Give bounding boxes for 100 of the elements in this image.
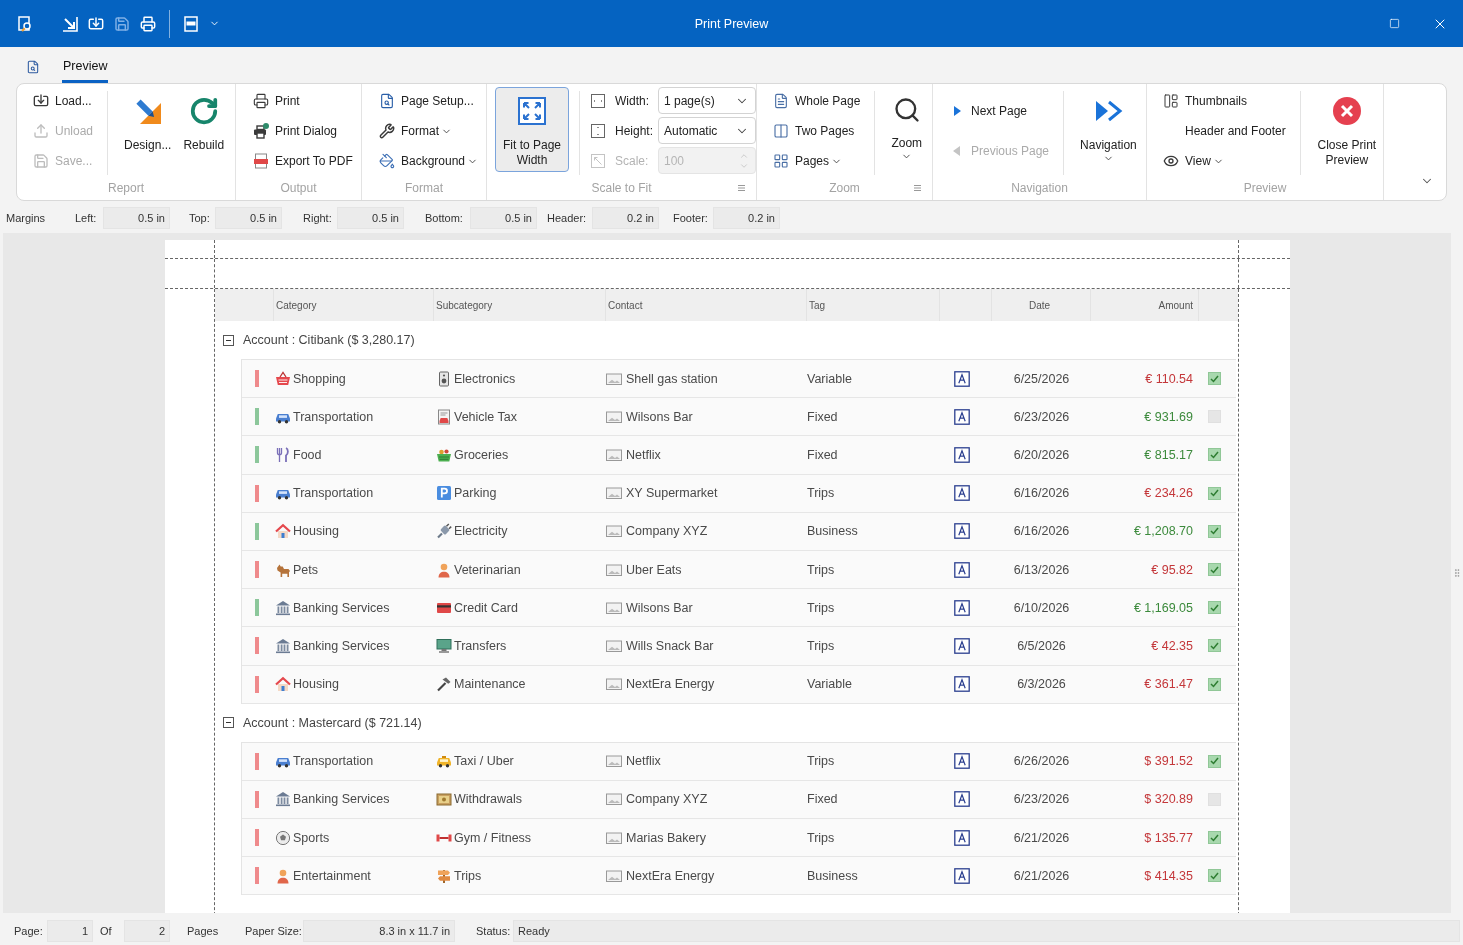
field-label: Right: <box>303 212 333 224</box>
ribbon-button[interactable]: Thumbnails <box>1159 87 1290 115</box>
category-text: Entertainment <box>293 868 371 883</box>
ribbon-button[interactable]: Fit to Page Width <box>495 87 569 172</box>
margin-field[interactable]: 0.5 in <box>215 207 282 229</box>
ribbon-button[interactable]: Two Pages <box>769 117 865 145</box>
group-label: Output <box>279 180 318 195</box>
ribbon-button[interactable]: Background <box>375 147 483 175</box>
category-text: Housing <box>293 524 339 539</box>
ribbon-button[interactable]: Rebuild <box>177 87 231 172</box>
person-icon <box>275 867 291 884</box>
column-header: Amount <box>1158 299 1193 311</box>
margins-label: Margins <box>6 212 47 224</box>
tag-text: Variable <box>807 677 852 692</box>
ribbon-button[interactable]: Export To PDF <box>249 147 357 175</box>
font-icon <box>954 485 970 502</box>
upload-icon <box>33 123 49 139</box>
subcategory-text: Withdrawals <box>454 792 523 807</box>
status-label: Of <box>100 925 113 937</box>
date-text: 6/16/2026 <box>1013 524 1070 539</box>
car-document-icon <box>436 408 452 425</box>
picture-icon <box>606 599 622 616</box>
printer-icon[interactable] <box>140 15 156 32</box>
category-text: Shopping <box>293 371 346 386</box>
grip-icon[interactable] <box>1452 568 1462 578</box>
subcategory-text: Veterinarian <box>454 562 521 577</box>
contact-text: Wilsons Bar <box>626 600 693 615</box>
picture-icon <box>606 523 622 540</box>
margin-field[interactable]: 0.5 in <box>470 207 537 229</box>
margin-field[interactable]: 0.5 in <box>103 207 170 229</box>
ribbon-button[interactable]: Design... <box>118 87 178 172</box>
font-icon <box>954 867 970 884</box>
amount-text: $ 320.89 <box>1144 792 1193 807</box>
tag-text: Trips <box>807 486 835 501</box>
ribbon-button[interactable]: Page Setup... <box>375 87 483 115</box>
status-value: Ready <box>513 920 1460 942</box>
ribbon-button[interactable]: Pages <box>769 147 865 175</box>
subcategory-text: Gym / Fitness <box>454 830 532 845</box>
ribbon-button[interactable]: Close Print Preview <box>1310 87 1383 172</box>
import-icon[interactable] <box>88 15 104 32</box>
ribbon-button[interactable]: Print <box>249 87 357 115</box>
font-icon <box>954 829 970 846</box>
dropdown-field[interactable]: 1 page(s) <box>658 87 756 114</box>
launcher-icon[interactable] <box>913 184 921 191</box>
signpost-icon <box>436 867 452 884</box>
amount-text: $ 414.35 <box>1144 868 1193 883</box>
ribbon-button[interactable]: Format <box>375 117 483 145</box>
ribbon-button[interactable]: Print Dialog <box>249 117 357 145</box>
launcher-icon[interactable] <box>737 184 745 191</box>
dropdown-field[interactable]: Automatic <box>658 117 756 144</box>
tag-text: Business <box>807 868 858 883</box>
margin-field[interactable]: 0.5 in <box>337 207 404 229</box>
arrow-icon[interactable] <box>62 15 78 32</box>
picture-icon <box>606 867 622 884</box>
margin-field[interactable]: 0.2 in <box>592 207 659 229</box>
height-icon <box>590 122 606 139</box>
ribbon-button[interactable]: Zoom <box>885 87 929 172</box>
ribbon-button[interactable]: Navigation <box>1074 87 1143 172</box>
taxi-icon <box>436 753 452 770</box>
bank-icon <box>275 637 291 654</box>
scale-icon <box>590 152 606 169</box>
column-header: Category <box>276 299 317 311</box>
margin-field[interactable]: 0.2 in <box>713 207 780 229</box>
hammer-icon <box>436 676 452 693</box>
amount-text: € 42.35 <box>1151 638 1193 653</box>
subcategory-text: Transfers <box>454 638 507 653</box>
ribbon-button[interactable]: Header and Footer <box>1159 117 1290 145</box>
field-label: Scale: <box>615 153 650 168</box>
date-text: 6/3/2026 <box>1017 677 1066 692</box>
field-label: Left: <box>75 212 98 224</box>
date-text: 6/13/2026 <box>1013 562 1070 577</box>
subcategory-text: Electronics <box>454 371 516 386</box>
document-search-icon[interactable] <box>26 60 40 74</box>
picture-icon <box>606 676 622 693</box>
amount-text: € 95.82 <box>1151 562 1193 577</box>
font-icon <box>954 676 970 693</box>
contact-text: Uber Eats <box>626 562 682 577</box>
ribbon-button[interactable]: View <box>1159 147 1290 175</box>
field-label: Bottom: <box>425 212 464 224</box>
app-icon <box>17 15 33 32</box>
font-icon <box>954 791 970 808</box>
group-label: Format <box>404 180 444 195</box>
field-label: Top: <box>189 212 211 224</box>
group-label: Scale to Fit <box>590 180 653 195</box>
contact-text: Wills Snack Bar <box>626 638 714 653</box>
document-icon[interactable] <box>183 15 199 32</box>
category-text: Transportation <box>293 409 374 424</box>
page-search-icon <box>379 93 395 109</box>
subcategory-text: Groceries <box>454 447 509 462</box>
date-text: 6/5/2026 <box>1017 638 1066 653</box>
status-label: Page: <box>14 925 44 937</box>
ribbon-button[interactable]: Whole Page <box>769 87 865 115</box>
grid-icon <box>773 153 789 169</box>
tag-text: Trips <box>807 562 835 577</box>
ribbon-button[interactable]: Load... <box>29 87 98 115</box>
date-text: 6/16/2026 <box>1013 486 1070 501</box>
date-text: 6/23/2026 <box>1013 792 1070 807</box>
ribbon-button[interactable]: Next Page <box>945 97 1054 125</box>
contact-text: Company XYZ <box>626 792 708 807</box>
amount-text: € 361.47 <box>1144 677 1193 692</box>
